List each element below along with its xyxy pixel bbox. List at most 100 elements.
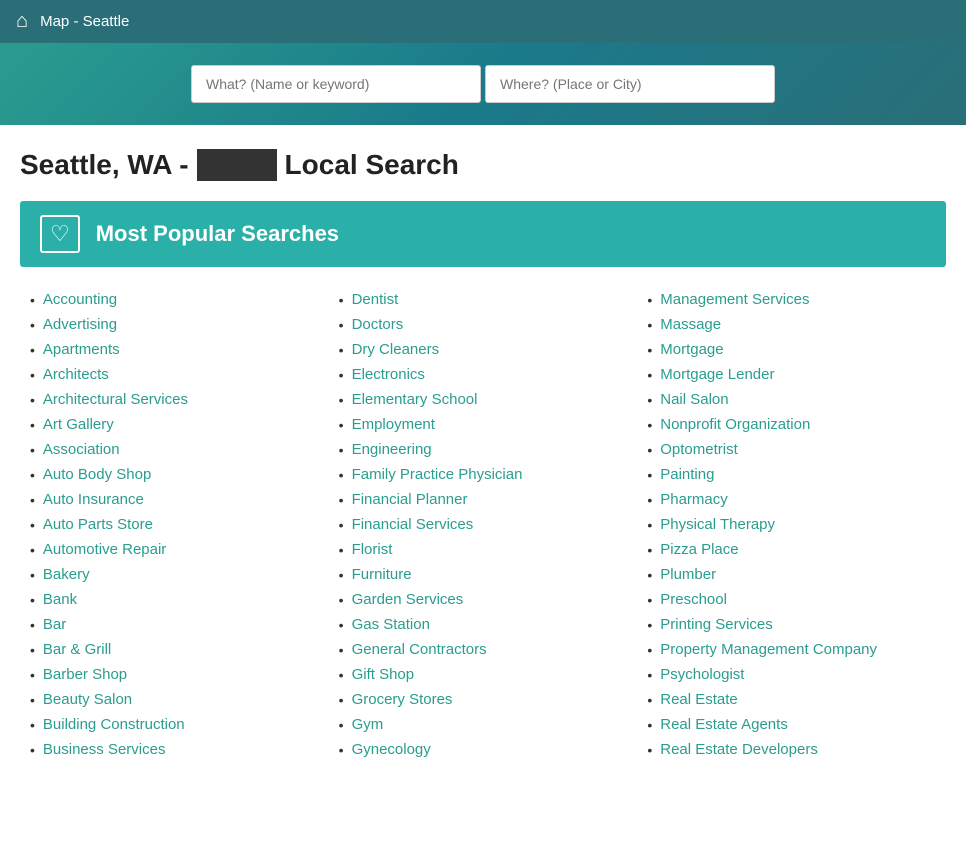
category-link-1-11[interactable]: Furniture	[352, 566, 412, 583]
category-link-2-6[interactable]: Optometrist	[660, 441, 738, 458]
category-link-0-2[interactable]: Apartments	[43, 341, 120, 358]
category-link-0-7[interactable]: Auto Body Shop	[43, 466, 151, 483]
category-link-0-11[interactable]: Bakery	[43, 566, 90, 583]
list-item: Nonprofit Organization	[647, 416, 936, 433]
list-item: Gym	[339, 716, 628, 733]
category-link-2-5[interactable]: Nonprofit Organization	[660, 416, 810, 433]
search-area	[0, 43, 966, 125]
category-link-1-12[interactable]: Garden Services	[352, 591, 464, 608]
category-link-1-16[interactable]: Grocery Stores	[352, 691, 453, 708]
list-item: Business Services	[30, 741, 319, 758]
category-link-0-15[interactable]: Barber Shop	[43, 666, 127, 683]
category-link-2-16[interactable]: Real Estate	[660, 691, 738, 708]
list-item: Engineering	[339, 441, 628, 458]
list-item: Mortgage	[647, 341, 936, 358]
category-link-2-12[interactable]: Preschool	[660, 591, 727, 608]
list-item: Painting	[647, 466, 936, 483]
category-link-1-14[interactable]: General Contractors	[352, 641, 487, 658]
list-item: General Contractors	[339, 641, 628, 658]
category-link-2-14[interactable]: Property Management Company	[660, 641, 877, 658]
category-link-2-3[interactable]: Mortgage Lender	[660, 366, 774, 383]
category-link-1-8[interactable]: Financial Planner	[352, 491, 468, 508]
category-column-1: Dentist Doctors Dry Cleaners Electronics Ele…	[329, 291, 638, 766]
list-item: Gas Station	[339, 616, 628, 633]
category-link-0-4[interactable]: Architectural Services	[43, 391, 188, 408]
popular-header: ♡ Most Popular Searches	[20, 201, 946, 267]
category-link-2-1[interactable]: Massage	[660, 316, 721, 333]
category-link-0-13[interactable]: Bar	[43, 616, 66, 633]
category-link-1-17[interactable]: Gym	[352, 716, 384, 733]
what-search-input[interactable]	[191, 65, 481, 103]
list-item: Bakery	[30, 566, 319, 583]
category-link-2-2[interactable]: Mortgage	[660, 341, 723, 358]
category-link-2-11[interactable]: Plumber	[660, 566, 716, 583]
category-link-1-2[interactable]: Dry Cleaners	[352, 341, 440, 358]
list-item: Physical Therapy	[647, 516, 936, 533]
category-link-0-9[interactable]: Auto Parts Store	[43, 516, 153, 533]
category-link-2-0[interactable]: Management Services	[660, 291, 809, 308]
category-link-0-8[interactable]: Auto Insurance	[43, 491, 144, 508]
list-item: Association	[30, 441, 319, 458]
category-link-0-16[interactable]: Beauty Salon	[43, 691, 132, 708]
list-item: Auto Body Shop	[30, 466, 319, 483]
category-link-2-7[interactable]: Painting	[660, 466, 714, 483]
list-item: Art Gallery	[30, 416, 319, 433]
list-item: Electronics	[339, 366, 628, 383]
list-item: Auto Parts Store	[30, 516, 319, 533]
heading-prefix: Seattle, WA -	[20, 149, 189, 181]
list-item: Preschool	[647, 591, 936, 608]
category-link-0-1[interactable]: Advertising	[43, 316, 117, 333]
category-link-0-0[interactable]: Accounting	[43, 291, 117, 308]
category-link-2-18[interactable]: Real Estate Developers	[660, 741, 818, 758]
category-link-1-6[interactable]: Engineering	[352, 441, 432, 458]
category-link-1-3[interactable]: Electronics	[352, 366, 425, 383]
where-search-input[interactable]	[485, 65, 775, 103]
list-item: Bank	[30, 591, 319, 608]
category-link-1-0[interactable]: Dentist	[352, 291, 399, 308]
categories-grid: Accounting Advertising Apartments Architect…	[20, 291, 946, 766]
list-item: Bar	[30, 616, 319, 633]
list-item: Employment	[339, 416, 628, 433]
category-link-2-9[interactable]: Physical Therapy	[660, 516, 775, 533]
category-link-2-10[interactable]: Pizza Place	[660, 541, 738, 558]
category-link-2-13[interactable]: Printing Services	[660, 616, 773, 633]
home-icon[interactable]: ⌂	[16, 10, 28, 33]
category-link-2-8[interactable]: Pharmacy	[660, 491, 728, 508]
category-link-2-17[interactable]: Real Estate Agents	[660, 716, 788, 733]
list-item: Psychologist	[647, 666, 936, 683]
category-link-2-15[interactable]: Psychologist	[660, 666, 744, 683]
heading-suffix: Local Search	[285, 149, 459, 181]
category-link-0-6[interactable]: Association	[43, 441, 120, 458]
category-link-1-13[interactable]: Gas Station	[352, 616, 430, 633]
list-item: Gynecology	[339, 741, 628, 758]
page-content: Seattle, WA - Local Search ♡ Most Popula…	[0, 125, 966, 786]
redacted-block	[197, 149, 277, 181]
list-item: Financial Services	[339, 516, 628, 533]
list-item: Plumber	[647, 566, 936, 583]
category-link-1-1[interactable]: Doctors	[352, 316, 404, 333]
category-link-1-18[interactable]: Gynecology	[352, 741, 431, 758]
category-link-1-9[interactable]: Financial Services	[352, 516, 474, 533]
category-link-1-7[interactable]: Family Practice Physician	[352, 466, 523, 483]
category-link-1-5[interactable]: Employment	[352, 416, 435, 433]
list-item: Pizza Place	[647, 541, 936, 558]
list-item: Pharmacy	[647, 491, 936, 508]
list-item: Mortgage Lender	[647, 366, 936, 383]
category-link-0-18[interactable]: Business Services	[43, 741, 166, 758]
list-item: Gift Shop	[339, 666, 628, 683]
category-link-0-5[interactable]: Art Gallery	[43, 416, 114, 433]
category-link-0-14[interactable]: Bar & Grill	[43, 641, 111, 658]
list-item: Architectural Services	[30, 391, 319, 408]
category-link-1-4[interactable]: Elementary School	[352, 391, 478, 408]
category-link-0-17[interactable]: Building Construction	[43, 716, 185, 733]
list-item: Financial Planner	[339, 491, 628, 508]
category-link-1-10[interactable]: Florist	[352, 541, 393, 558]
category-link-0-10[interactable]: Automotive Repair	[43, 541, 166, 558]
category-link-2-4[interactable]: Nail Salon	[660, 391, 728, 408]
list-item: Accounting	[30, 291, 319, 308]
list-item: Apartments	[30, 341, 319, 358]
category-link-0-12[interactable]: Bank	[43, 591, 77, 608]
category-link-1-15[interactable]: Gift Shop	[352, 666, 415, 683]
category-link-0-3[interactable]: Architects	[43, 366, 109, 383]
list-item: Doctors	[339, 316, 628, 333]
